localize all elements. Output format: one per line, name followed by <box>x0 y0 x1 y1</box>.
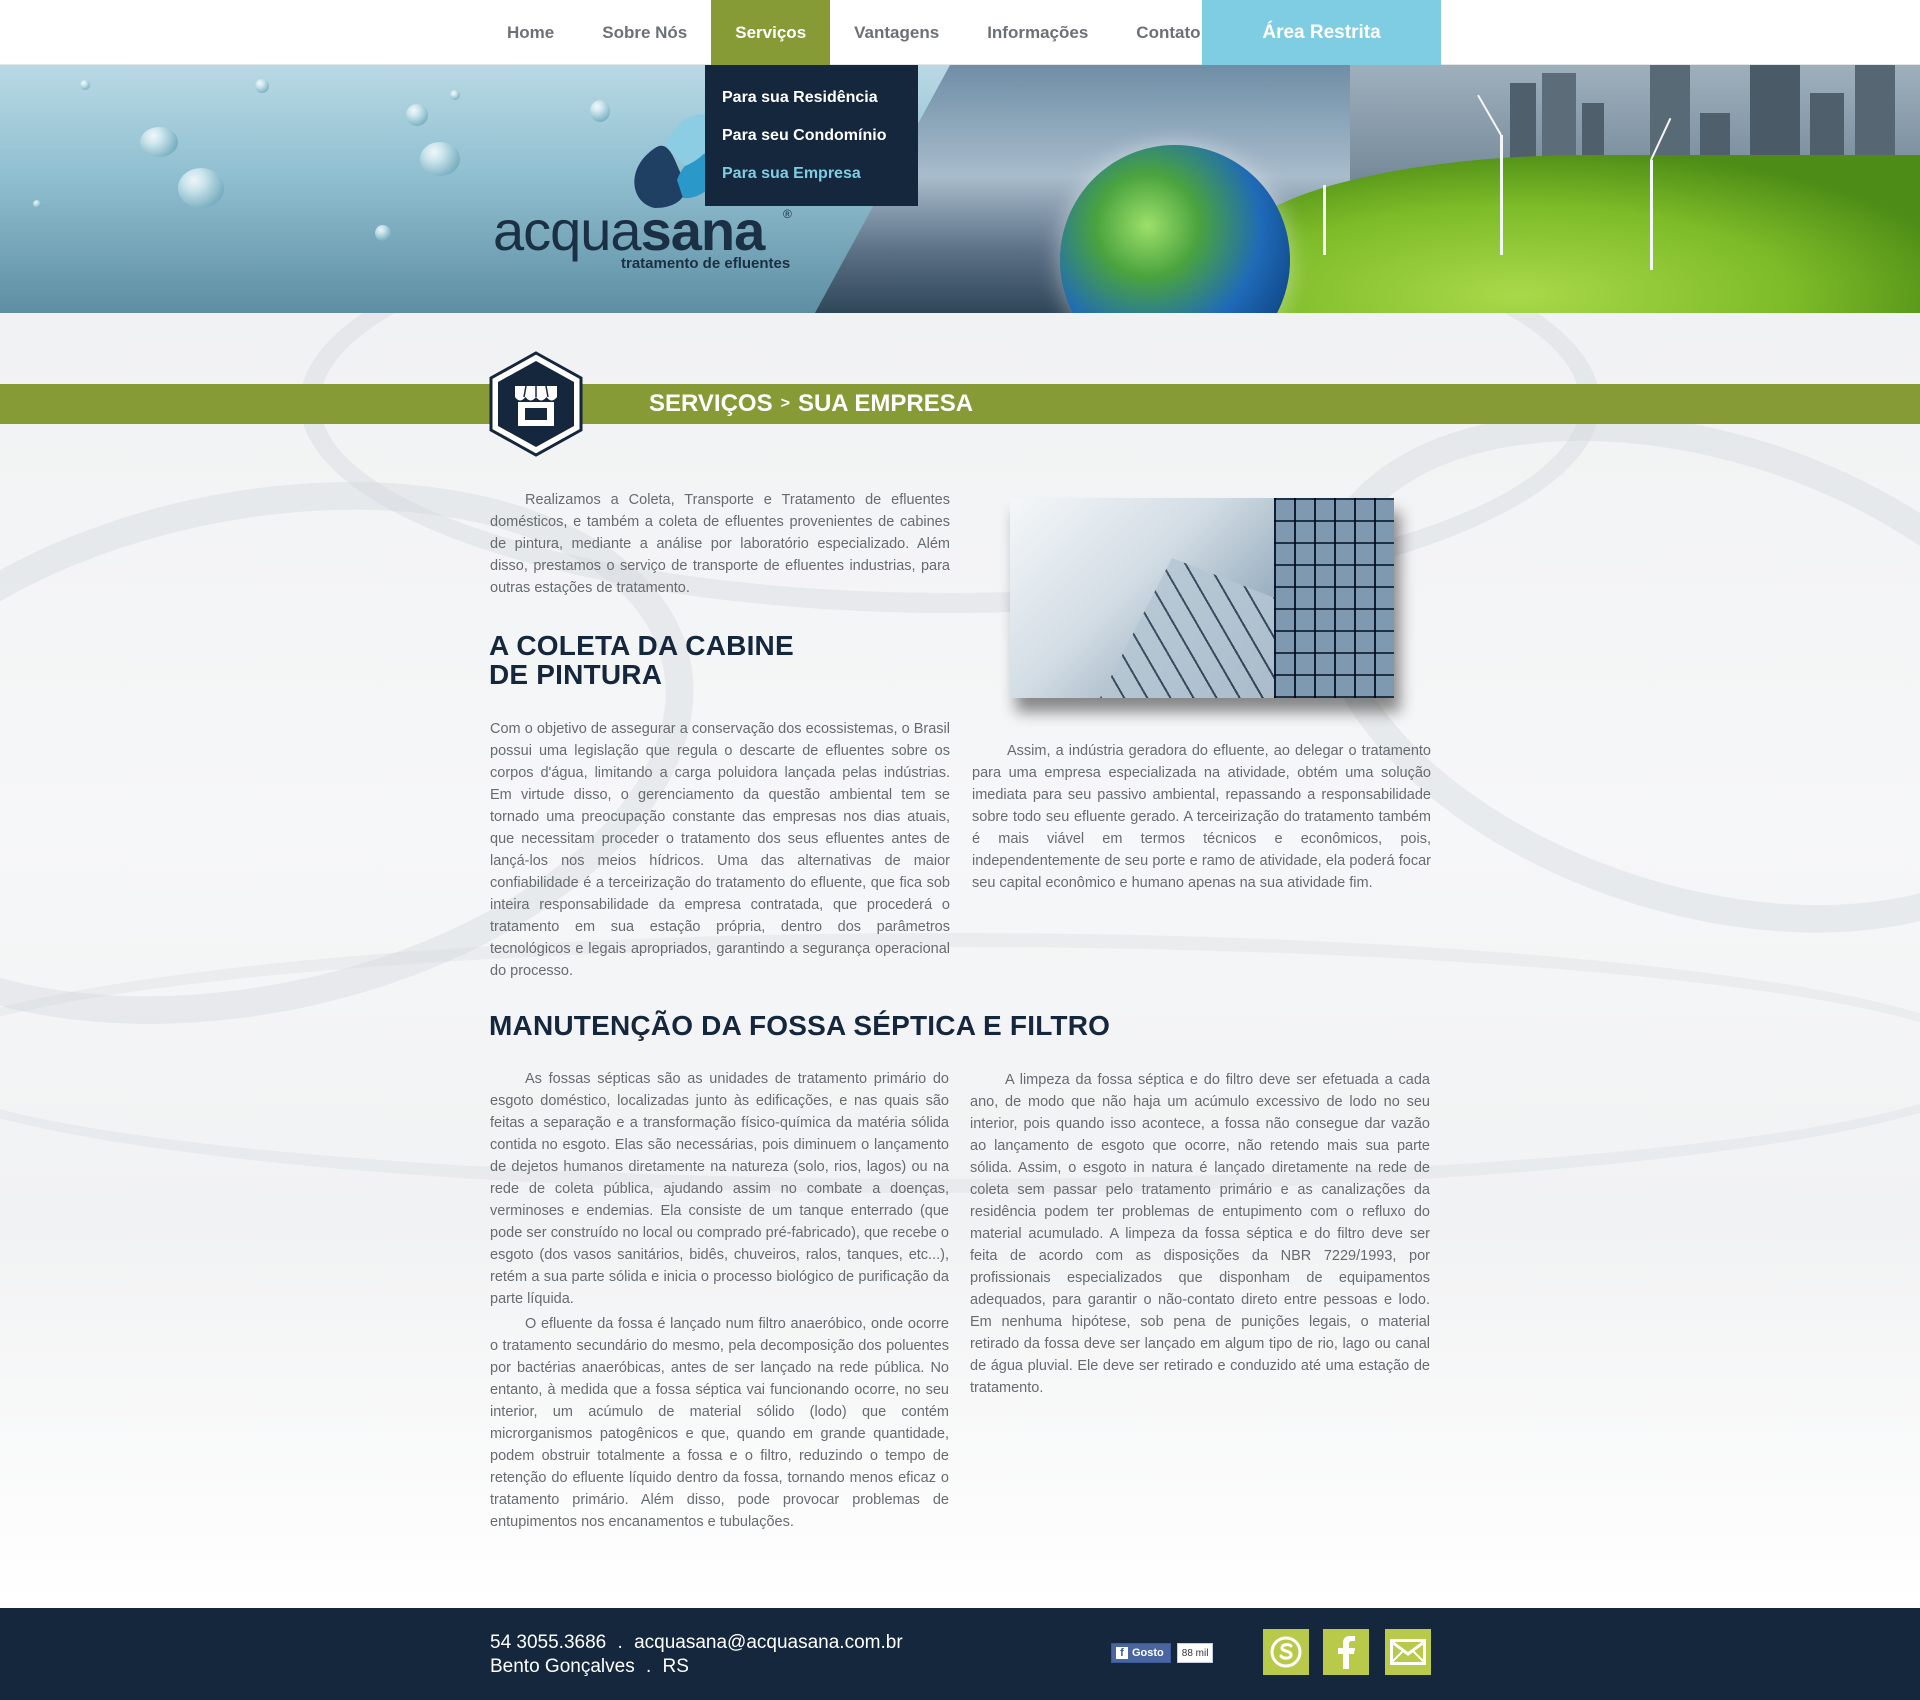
nav-home[interactable]: Home <box>483 0 578 65</box>
nav-servicos[interactable]: Serviços <box>711 0 831 65</box>
dropdown-item-residencia[interactable]: Para sua Residência <box>705 79 918 117</box>
facebook-like-button[interactable]: f Gosto <box>1111 1643 1171 1663</box>
terceirizacao-paragraph: Assim, a indústria geradora do efluente,… <box>972 743 1431 891</box>
nav-vantagens[interactable]: Vantagens <box>830 0 963 65</box>
water-drop <box>375 225 391 241</box>
content-background <box>0 313 1920 1608</box>
water-drop <box>178 168 224 208</box>
footer-state: RS <box>662 1656 689 1677</box>
water-drop <box>80 80 90 90</box>
water-drop <box>255 79 269 93</box>
hero-banner: acquasana ® tratamento de efluentes <box>0 65 1920 313</box>
dropdown-item-condominio[interactable]: Para seu Condomínio <box>705 117 918 155</box>
facebook-like-count: 88 mil <box>1176 1643 1214 1663</box>
wind-turbine <box>1650 160 1653 270</box>
intro-paragraph: Realizamos a Coleta, Transporte e Tratam… <box>490 492 950 596</box>
section-title-main: SERVIÇOS <box>649 390 773 417</box>
logo-registered-mark: ® <box>783 207 792 221</box>
footer <box>0 1608 1920 1700</box>
nav-sobre-nos[interactable]: Sobre Nós <box>578 0 711 65</box>
fossa-left-paragraph-1: As fossas sépticas são as unidades de tr… <box>490 1071 949 1307</box>
water-drop <box>406 104 428 126</box>
nav-informacoes[interactable]: Informações <box>963 0 1112 65</box>
logo-tagline: tratamento de efluentes <box>621 255 791 272</box>
facebook-like-label: Gosto <box>1132 1647 1164 1659</box>
storefront-icon <box>489 351 583 457</box>
wind-turbine <box>1500 135 1503 255</box>
fossa-right-paragraph: A limpeza da fossa séptica e do filtro d… <box>970 1072 1430 1396</box>
water-drop <box>420 142 460 176</box>
facebook-icon[interactable] <box>1323 1629 1369 1675</box>
section-title-sub: SUA EMPRESA <box>797 390 974 417</box>
footer-address-line: Bento Gonçalves . RS <box>490 1656 689 1678</box>
facebook-small-icon: f <box>1116 1647 1128 1659</box>
footer-dot: . <box>617 1632 623 1653</box>
logo-name-part2: sana <box>640 199 766 262</box>
water-drop <box>450 90 460 100</box>
page-title: SERVIÇOS > SUA EMPRESA <box>649 384 973 424</box>
footer-email[interactable]: acquasana@acquasana.com.br <box>634 1632 903 1653</box>
facebook-like-widget: f Gosto 88 mil <box>1111 1643 1214 1663</box>
footer-city: Bento Gonçalves <box>490 1656 635 1677</box>
restricted-area-button[interactable]: Área Restrita <box>1202 0 1441 65</box>
water-drop <box>33 200 41 208</box>
cabine-heading: A COLETA DA CABINE DE PINTURA <box>489 630 794 690</box>
main-nav: Home Sobre Nós Serviços Vantagens Inform… <box>483 0 1225 65</box>
footer-dot: . <box>645 1656 652 1677</box>
footer-phone[interactable]: 54 3055.3686 <box>490 1632 606 1653</box>
mail-icon[interactable] <box>1385 1629 1431 1675</box>
breadcrumb-separator: > <box>780 395 790 412</box>
servicos-dropdown-menu: Para sua Residência Para seu Condomínio … <box>705 65 918 206</box>
fossa-heading: MANUTENÇÃO DA FOSSA SÉPTICA E FILTRO <box>489 1010 1111 1041</box>
dropdown-item-empresa[interactable]: Para sua Empresa <box>705 155 918 193</box>
skype-icon[interactable] <box>1263 1629 1309 1675</box>
fossa-left-column: As fossas sépticas são as unidades de tr… <box>490 1068 949 1533</box>
wind-turbine <box>1323 185 1326 255</box>
office-building-photo <box>1010 498 1394 698</box>
fossa-left-paragraph-2: O efluente da fossa é lançado num filtro… <box>490 1316 949 1530</box>
top-navigation-bar: Home Sobre Nós Serviços Vantagens Inform… <box>0 0 1920 65</box>
logo-name-part1: acqua <box>493 199 642 262</box>
footer-contact-line: 54 3055.3686 . acquasana@acquasana.com.b… <box>490 1632 903 1654</box>
water-drop <box>140 127 178 157</box>
cabine-paragraph: Com o objetivo de assegurar a conservaçã… <box>490 721 950 979</box>
